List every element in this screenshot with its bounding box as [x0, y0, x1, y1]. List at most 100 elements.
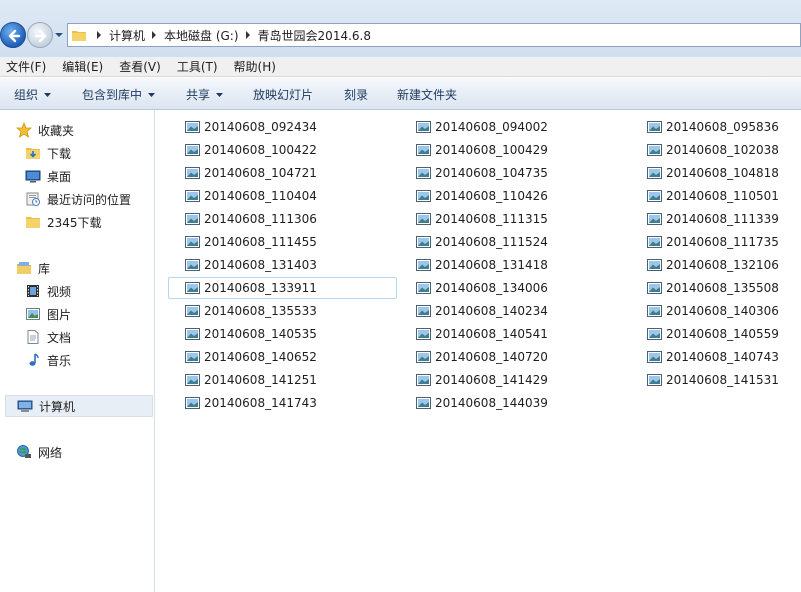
file-item[interactable]: 20140608_140743 — [630, 346, 801, 368]
image-file-icon — [185, 374, 200, 386]
file-item[interactable]: 20140608_104721 — [168, 162, 397, 184]
file-name: 20140608_140306 — [666, 304, 779, 318]
libraries-icon — [17, 262, 31, 274]
file-item[interactable]: 20140608_110501 — [630, 185, 801, 207]
file-item[interactable]: 20140608_141429 — [399, 369, 628, 391]
sidebar-item-computer[interactable]: 计算机 — [5, 395, 153, 417]
menu-view[interactable]: 查看(V) — [119, 58, 161, 75]
image-file-icon — [647, 305, 662, 317]
file-list-pane: 20140608_092434 20140608_100422 20140608_1… — [156, 110, 801, 592]
file-item[interactable]: 20140608_141531 — [630, 369, 801, 391]
sidebar-item-documents[interactable]: 文档 — [0, 326, 155, 348]
sidebar-item-network[interactable]: 网络 — [0, 441, 155, 463]
file-item[interactable]: 20140608_140559 — [630, 323, 801, 345]
file-item[interactable]: 20140608_140306 — [630, 300, 801, 322]
file-item[interactable]: 20140608_111306 — [168, 208, 397, 230]
sidebar-item-pictures[interactable]: 图片 — [0, 303, 155, 325]
file-item[interactable]: 20140608_144039 — [399, 392, 628, 414]
file-item[interactable]: 20140608_111524 — [399, 231, 628, 253]
sidebar-item-2345-downloads[interactable]: 2345下载 — [0, 211, 155, 233]
image-file-icon — [647, 351, 662, 363]
file-item[interactable]: 20140608_100422 — [168, 139, 397, 161]
file-item[interactable]: 20140608_111735 — [630, 231, 801, 253]
image-file-icon — [185, 282, 200, 294]
forward-button[interactable] — [27, 22, 53, 48]
image-file-icon — [416, 328, 431, 340]
organize-button[interactable]: 组织 — [14, 86, 52, 103]
menu-tools[interactable]: 工具(T) — [177, 58, 218, 75]
image-file-icon — [647, 374, 662, 386]
sidebar-item-desktop[interactable]: 桌面 — [0, 165, 155, 187]
file-name: 20140608_140234 — [435, 304, 548, 318]
file-item[interactable]: 20140608_131418 — [399, 254, 628, 276]
include-in-library-button[interactable]: 包含到库中 — [82, 86, 156, 103]
file-item[interactable]: 20140608_111339 — [630, 208, 801, 230]
sidebar-item-libraries[interactable]: 库 — [0, 257, 155, 279]
file-name: 20140608_140535 — [204, 327, 317, 341]
menu-edit[interactable]: 编辑(E) — [62, 58, 103, 75]
file-item[interactable]: 20140608_104818 — [630, 162, 801, 184]
file-item[interactable]: 20140608_140720 — [399, 346, 628, 368]
sidebar-item-label: 计算机 — [39, 399, 76, 414]
file-item[interactable]: 20140608_100429 — [399, 139, 628, 161]
image-file-icon — [416, 305, 431, 317]
file-item[interactable]: 20140608_135533 — [168, 300, 397, 322]
image-file-icon — [647, 167, 662, 179]
breadcrumb-current-folder[interactable]: 青岛世园会2014.6.8 — [258, 27, 371, 44]
sidebar-item-music[interactable]: 音乐 — [0, 349, 155, 371]
sidebar-item-label: 图片 — [47, 307, 72, 322]
menu-help[interactable]: 帮助(H) — [234, 58, 276, 75]
breadcrumb-drive[interactable]: 本地磁盘 (G:) — [164, 27, 239, 44]
sidebar-item-recent-places[interactable]: 最近访问的位置 — [0, 188, 155, 210]
burn-button[interactable]: 刻录 — [344, 86, 368, 103]
breadcrumb-arrow-icon[interactable] — [151, 31, 157, 39]
file-item[interactable]: 20140608_141251 — [168, 369, 397, 391]
sidebar-item-favorites[interactable]: 收藏夹 — [0, 119, 155, 141]
file-item[interactable]: 20140608_094002 — [399, 116, 628, 138]
new-folder-button[interactable]: 新建文件夹 — [397, 86, 457, 103]
image-file-icon — [647, 144, 662, 156]
file-item[interactable]: 20140608_092434 — [168, 116, 397, 138]
file-name: 20140608_131418 — [435, 258, 548, 272]
breadcrumb-computer[interactable]: 计算机 — [109, 27, 145, 44]
file-name: 20140608_141743 — [204, 396, 317, 410]
sidebar-item-label: 文档 — [47, 330, 72, 345]
file-item[interactable]: 20140608_135508 — [630, 277, 801, 299]
image-file-icon — [185, 144, 200, 156]
file-name: 20140608_111306 — [204, 212, 317, 226]
file-item[interactable]: 20140608_110426 — [399, 185, 628, 207]
slideshow-button[interactable]: 放映幻灯片 — [253, 86, 313, 103]
file-item[interactable]: 20140608_104735 — [399, 162, 628, 184]
sidebar-item-label: 2345下载 — [47, 215, 102, 230]
recent-pages-dropdown-icon[interactable] — [54, 30, 64, 40]
file-item[interactable]: 20140608_102038 — [630, 139, 801, 161]
sidebar-item-label: 收藏夹 — [38, 123, 75, 138]
file-name: 20140608_095836 — [666, 120, 779, 134]
file-item[interactable]: 20140608_111315 — [399, 208, 628, 230]
file-item[interactable]: 20140608_141743 — [168, 392, 397, 414]
file-item[interactable]: 20140608_132106 — [630, 254, 801, 276]
file-item[interactable]: 20140608_140652 — [168, 346, 397, 368]
file-item[interactable]: 20140608_131403 — [168, 254, 397, 276]
file-item[interactable]: 20140608_140541 — [399, 323, 628, 345]
sidebar-item-videos[interactable]: 视频 — [0, 280, 155, 302]
file-item[interactable]: 20140608_111455 — [168, 231, 397, 253]
share-button[interactable]: 共享 — [186, 86, 224, 103]
file-item[interactable]: 20140608_140234 — [399, 300, 628, 322]
menu-file[interactable]: 文件(F) — [6, 58, 46, 75]
address-box[interactable]: 计算机 本地磁盘 (G:) 青岛世园会2014.6.8 — [67, 23, 801, 47]
file-name: 20140608_141429 — [435, 373, 548, 387]
file-item[interactable]: 20140608_133911 — [168, 277, 397, 299]
file-item[interactable]: 20140608_110404 — [168, 185, 397, 207]
folder-icon — [72, 31, 86, 41]
file-item[interactable]: 20140608_134006 — [399, 277, 628, 299]
breadcrumb-arrow-icon[interactable] — [245, 31, 251, 39]
image-file-icon — [185, 328, 200, 340]
file-item[interactable]: 20140608_095836 — [630, 116, 801, 138]
image-file-icon — [185, 351, 200, 363]
breadcrumb-arrow-icon[interactable] — [96, 31, 102, 39]
back-button[interactable] — [0, 22, 26, 48]
navigation-pane: 收藏夹 下载 桌面 最近访问的位置 2345下载 库 视频 图片 文档 音乐 计… — [0, 110, 155, 592]
sidebar-item-downloads[interactable]: 下载 — [0, 142, 155, 164]
file-item[interactable]: 20140608_140535 — [168, 323, 397, 345]
